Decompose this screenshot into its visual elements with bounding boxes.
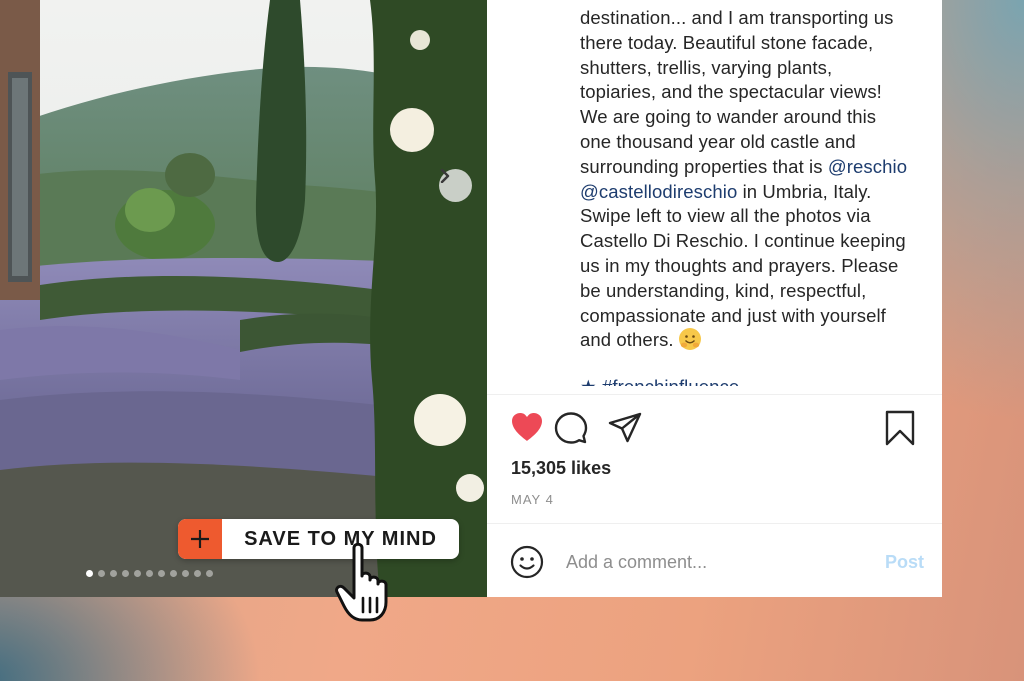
caption-line: We are going to wander around this <box>580 106 877 128</box>
post-date: MAY 4 <box>511 492 554 507</box>
hand-pointer-cursor-icon <box>335 542 388 622</box>
caption-line: shutters, trellis, varying plants, <box>580 56 833 78</box>
carousel-dot <box>170 570 177 577</box>
mention-reschio-link[interactable]: @reschio <box>828 156 907 177</box>
post-photo[interactable] <box>0 0 487 597</box>
caption-line: surrounding properties that is @reschio <box>580 155 908 177</box>
heart-icon <box>512 413 542 441</box>
paper-plane-icon <box>608 412 642 443</box>
bookmark-button[interactable] <box>883 410 917 451</box>
emoji-picker-button[interactable] <box>510 545 544 584</box>
post-caption: destination... and I am transporting us … <box>580 6 935 386</box>
carousel-dot <box>206 570 213 577</box>
caption-line: there today. Beautiful stone facade, <box>580 31 874 53</box>
carousel-dot <box>98 570 105 577</box>
comment-icon <box>554 412 588 444</box>
hashtag-line: ★ #frenchinfluence <box>580 375 935 386</box>
carousel-dot <box>86 570 93 577</box>
save-to-my-mind-button[interactable]: SAVE TO MY MIND <box>178 519 459 559</box>
caption-line: us in my thoughts and prayers. Please <box>580 254 899 276</box>
smiley-icon <box>510 545 544 579</box>
post-detail-panel: destination... and I am transporting us … <box>487 0 942 597</box>
hugging-face-emoji-icon <box>678 328 701 351</box>
caption-line: @castellodireschio in Umbria, Italy. <box>580 180 872 202</box>
mention-castellodireschio-link[interactable]: @castellodireschio <box>580 181 737 202</box>
comment-input[interactable] <box>566 546 866 578</box>
post-comment-button[interactable]: Post <box>885 552 924 573</box>
likes-count[interactable]: 15,305 likes <box>511 458 611 479</box>
caption-line: one thousand year old castle and <box>580 130 856 152</box>
caption-line: topiaries, and the spectacular views! <box>580 81 882 103</box>
carousel-dot <box>158 570 165 577</box>
caption-line: Castello Di Reschio. I continue keeping <box>580 230 906 252</box>
bookmark-icon <box>885 410 915 446</box>
carousel-dot <box>146 570 153 577</box>
comment-button[interactable] <box>553 410 589 451</box>
carousel-dot <box>134 570 141 577</box>
caption-line: Swipe left to view all the photos via <box>580 205 871 227</box>
divider <box>487 394 942 395</box>
comment-bar: Post <box>487 524 942 597</box>
carousel-dot <box>182 570 189 577</box>
garden-photo-illustration <box>0 0 487 597</box>
carousel-dot <box>110 570 117 577</box>
carousel-indicator <box>86 570 213 577</box>
caption-line: compassionate and just with yourself <box>580 304 886 326</box>
caption-line: and others. <box>580 328 935 353</box>
share-button[interactable] <box>607 410 643 451</box>
carousel-next-button[interactable] <box>439 169 472 202</box>
hashtag-frenchinfluence-link[interactable]: #frenchinfluence <box>602 376 739 386</box>
caption-line: destination... and I am transporting us <box>580 7 894 28</box>
chevron-right-icon <box>440 169 450 183</box>
caption-line: be understanding, kind, respectful, <box>580 279 867 301</box>
carousel-dot <box>122 570 129 577</box>
like-button[interactable] <box>509 410 545 449</box>
carousel-dot <box>194 570 201 577</box>
plus-icon <box>178 519 222 559</box>
post-actions <box>509 410 929 446</box>
